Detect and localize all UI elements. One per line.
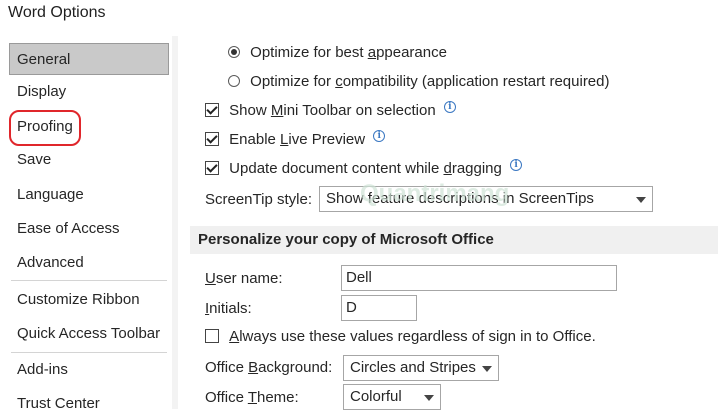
chevron-down-icon <box>636 197 646 203</box>
mini-toolbar-option[interactable]: Show Mini Toolbar on selection i <box>205 101 456 119</box>
office-background-value: Circles and Stripes <box>350 359 476 376</box>
optimize-compatibility-option[interactable]: Optimize for compatibility (application … <box>228 73 610 90</box>
option-label: Enable Live Preview <box>229 131 366 148</box>
option-label: Optimize for compatibility (application … <box>250 73 610 90</box>
office-background-label: Office Background: <box>205 359 333 376</box>
panel-divider <box>172 36 178 409</box>
info-icon[interactable]: i <box>373 130 386 142</box>
title-bar: Word Options <box>0 0 718 36</box>
always-use-values-option[interactable]: Always use these values regardless of si… <box>205 328 596 345</box>
option-label: Always use these values regardless of si… <box>229 328 596 345</box>
sidebar-item-save[interactable]: Save <box>7 144 170 176</box>
radio-compatibility[interactable] <box>228 75 240 87</box>
window-title: Word Options <box>8 4 106 21</box>
sidebar-item-language[interactable]: Language <box>7 179 170 211</box>
chevron-down-icon <box>424 395 434 401</box>
info-icon[interactable]: i <box>443 101 456 113</box>
office-theme-value: Colorful <box>350 388 402 405</box>
sidebar-item-customize-ribbon[interactable]: Customize Ribbon <box>7 284 170 316</box>
sidebar-item-ease-of-access[interactable]: Ease of Access <box>7 213 170 245</box>
option-label: Update document content while dragging <box>229 160 502 177</box>
option-label: Show Mini Toolbar on selection <box>229 102 436 119</box>
chevron-down-icon <box>482 366 492 372</box>
sidebar-item-trust-center[interactable]: Trust Center <box>7 388 170 420</box>
sidebar-item-add-ins[interactable]: Add-ins <box>7 354 170 386</box>
sidebar-item-display[interactable]: Display <box>7 76 170 108</box>
sidebar: General Display Proofing Save Language E… <box>7 36 173 412</box>
sidebar-item-general[interactable]: General <box>9 43 169 75</box>
sidebar-item-advanced[interactable]: Advanced <box>7 247 170 279</box>
office-theme-select[interactable]: Colorful <box>343 384 441 410</box>
optimize-best-appearance-option[interactable]: Optimize for best appearance <box>228 44 447 61</box>
update-dragging-checkbox[interactable] <box>205 161 219 175</box>
sidebar-divider <box>11 352 167 353</box>
info-icon[interactable]: i <box>510 159 523 171</box>
office-background-select[interactable]: Circles and Stripes <box>343 355 499 381</box>
always-use-checkbox[interactable] <box>205 329 219 343</box>
screentip-style-select[interactable]: Show feature descriptions in ScreenTips <box>319 186 653 212</box>
option-label: Optimize for best appearance <box>250 44 447 61</box>
proofing-highlight-annotation <box>9 110 81 146</box>
initials-label: Initials: <box>205 300 252 317</box>
update-while-dragging-option[interactable]: Update document content while dragging i <box>205 159 523 177</box>
screentip-label: ScreenTip style: <box>205 191 312 208</box>
username-input[interactable]: Dell <box>341 265 617 291</box>
office-theme-label: Office Theme: <box>205 389 299 406</box>
mini-toolbar-checkbox[interactable] <box>205 103 219 117</box>
sidebar-divider <box>11 280 167 281</box>
personalize-section-header: Personalize your copy of Microsoft Offic… <box>190 226 718 254</box>
username-label: User name: <box>205 270 283 287</box>
live-preview-checkbox[interactable] <box>205 132 219 146</box>
live-preview-option[interactable]: Enable Live Preview i <box>205 130 386 148</box>
sidebar-item-quick-access-toolbar[interactable]: Quick Access Toolbar <box>7 318 170 350</box>
initials-input[interactable]: D <box>341 295 417 321</box>
radio-best-appearance[interactable] <box>228 46 240 58</box>
screentip-value: Show feature descriptions in ScreenTips <box>326 190 594 207</box>
